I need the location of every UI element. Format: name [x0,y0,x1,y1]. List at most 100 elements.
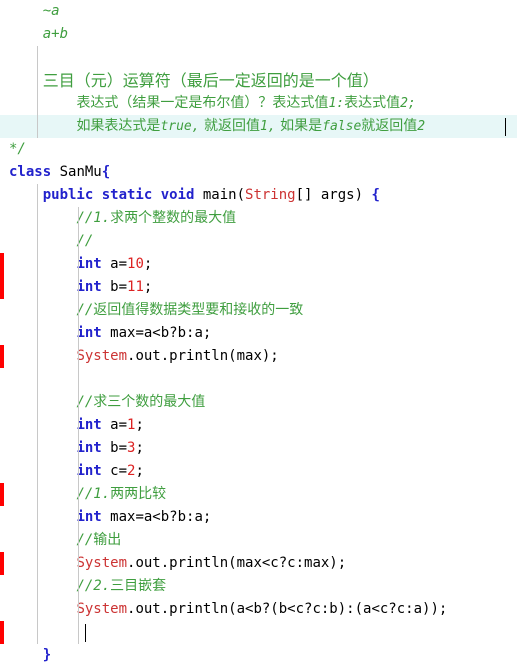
indent-guide [37,115,38,138]
code-token: SanMu [51,164,102,180]
code-token: b= [101,279,128,295]
code-editor[interactable]: ~a a+b 三目（元）运算符（最后一定返回的是一个值） 表达式（结果一定是布尔… [0,0,517,663]
code-line[interactable]: 如果表达式是true, 就返回值1, 如果是false就返回值2 [0,115,517,138]
code-line[interactable]: //输出 [0,529,517,552]
indent-guide [37,621,38,644]
code-token: System [76,555,128,571]
code-line[interactable]: int max=a<b?b:a; [0,506,517,529]
code-line[interactable]: 表达式（结果一定是布尔值）？表达式值1:表达式值2; [0,92,517,115]
code-token: a= [101,417,128,433]
code-token: ; [135,417,144,433]
code-line[interactable]: */ [0,138,517,161]
code-line[interactable]: int a=10; [0,253,517,276]
code-line[interactable]: } [0,644,517,667]
code-line[interactable]: //1.求两个整数的最大值 [0,207,517,230]
code-token: int [76,256,102,272]
code-line[interactable]: // [0,230,517,253]
code-line[interactable]: public static void main(String[] args) { [0,184,517,207]
code-token: int [76,440,102,456]
code-line[interactable]: System.out.println(max); [0,345,517,368]
code-token: 两两比较 [110,486,167,502]
code-line[interactable]: //返回值得数据类型要和接收的一致 [0,299,517,322]
code-token: ; [143,256,153,272]
code-token: 2; [400,96,416,111]
indent-guide [78,621,79,644]
code-token: ; [143,279,153,295]
code-line[interactable]: int c=2; [0,460,517,483]
code-token: 就返回值 [361,118,418,134]
code-token: 如果是 [275,118,323,134]
code-token: 返回值得数据类型要和接收的一致 [93,302,304,318]
indent-guide [78,230,79,253]
code-line[interactable] [0,621,517,644]
code-token: 如果表达式是 [76,118,161,134]
code-token: //1. [76,210,111,226]
code-token: class [9,164,52,180]
code-token: public static void [42,187,195,203]
code-line[interactable]: 三目（元）运算符（最后一定返回的是一个值） [0,69,517,92]
indent-guide [37,92,38,115]
code-line[interactable]: int max=a<b?b:a; [0,322,517,345]
code-token: 就返回值 [199,118,261,134]
code-line[interactable] [0,46,517,69]
code-token: .out.println(max<c?c:max); [127,555,347,571]
code-token: false [322,119,362,134]
indent-guide [78,460,79,483]
indent-guide [37,437,38,460]
indent-guide [78,322,79,345]
code-line[interactable]: //2.三目嵌套 [0,575,517,598]
code-token: { [371,187,380,203]
code-token: */ [9,141,26,157]
indent-guide [78,552,79,575]
code-line[interactable]: //1.两两比较 [0,483,517,506]
code-token: .out.println(a<b?(b<c?c:b):(a<c?c:a)); [127,601,448,617]
code-token: } [42,647,52,663]
indent-guide [78,253,79,276]
indent-guide [37,368,38,391]
code-token: { [101,164,111,180]
indent-guide [78,506,79,529]
code-line[interactable] [0,368,517,391]
code-line[interactable]: a+b [0,23,517,46]
indent-guide [78,414,79,437]
code-line[interactable]: int a=1; [0,414,517,437]
indent-guide [37,529,38,552]
code-line[interactable]: System.out.println(a<b?(b<c?c:b):(a<c?c:… [0,598,517,621]
indent-guide [78,276,79,299]
code-line[interactable]: System.out.println(max<c?c:max); [0,552,517,575]
text-caret [85,624,86,642]
indent-guide [37,598,38,621]
text-caret [505,118,506,136]
indent-guide [37,345,38,368]
code-line[interactable]: int b=3; [0,437,517,460]
code-token: 表达式（结果一定是布尔值）？表达式值 [76,95,329,111]
code-line[interactable]: class SanMu{ [0,161,517,184]
code-token: c= [101,463,128,479]
indent-guide [37,483,38,506]
code-line[interactable]: int b=11; [0,276,517,299]
indent-guide [78,207,79,230]
code-line[interactable]: //求三个数的最大值 [0,391,517,414]
code-line[interactable]: ~a [0,0,517,23]
indent-guide [37,230,38,253]
indent-guide [37,276,38,299]
indent-guide [78,483,79,506]
code-token: int [76,279,102,295]
indent-guide [37,184,38,207]
